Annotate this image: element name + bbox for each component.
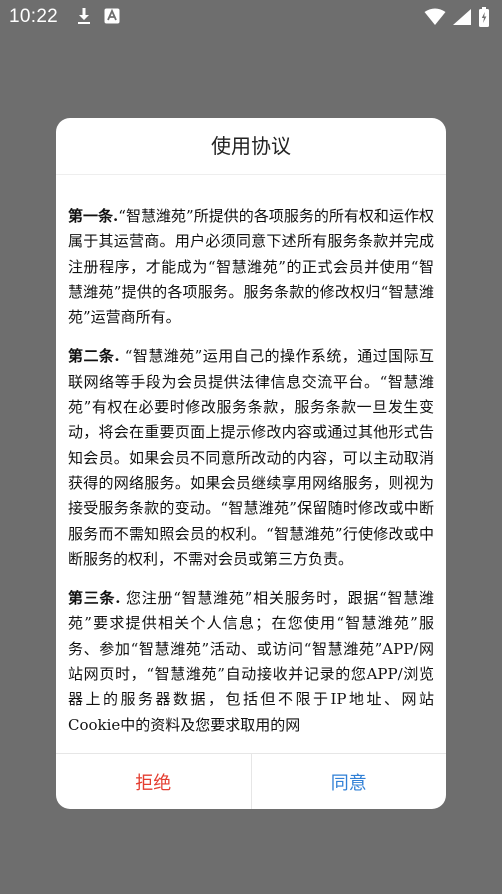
clause-3: 第三条. 您注册“智慧潍苑”相关服务时，跟据“智慧潍苑”要求提供相关个人信息；在… <box>68 586 434 738</box>
battery-icon <box>478 7 490 27</box>
download-icon <box>76 7 92 25</box>
dialog-title: 使用协议 <box>56 118 446 175</box>
screen: 10:22 使用协议 第一条.“智慧潍苑”所提供的各项服务的所有权和运作权属于其… <box>0 0 502 894</box>
status-time: 10:22 <box>9 6 59 27</box>
a-text-icon <box>104 8 120 24</box>
status-left-icons <box>76 7 120 25</box>
signal-icon <box>452 8 472 26</box>
status-bar: 10:22 <box>0 0 502 36</box>
agreement-text-scroll[interactable]: 第一条.“智慧潍苑”所提供的各项服务的所有权和运作权属于其运营商。用户必须同意下… <box>68 204 434 752</box>
status-right-icons <box>424 7 490 27</box>
clause-1-head: 第一条. <box>68 207 119 225</box>
clause-3-head: 第三条. <box>68 589 121 608</box>
wifi-icon <box>424 8 446 26</box>
agreement-dialog: 使用协议 第一条.“智慧潍苑”所提供的各项服务的所有权和运作权属于其运营商。用户… <box>56 118 446 809</box>
clause-1-text: “智慧潍苑”所提供的各项服务的所有权和运作权属于其运营商。用户必须同意下述所有服… <box>68 207 434 327</box>
reject-button[interactable]: 拒绝 <box>56 754 252 809</box>
clause-3-text: 您注册“智慧潍苑”相关服务时，跟据“智慧潍苑”要求提供相关个人信息；在您使用“智… <box>68 589 434 734</box>
clause-2-head: 第二条. <box>68 347 120 366</box>
clause-2: 第二条. “智慧潍苑”运用自己的操作系统，通过国际互联网络等手段为会员提供法律信… <box>68 344 434 572</box>
dialog-footer: 拒绝 同意 <box>56 753 446 809</box>
clause-2-text: “智慧潍苑”运用自己的操作系统，通过国际互联网络等手段为会员提供法律信息交流平台… <box>68 347 434 568</box>
clause-1: 第一条.“智慧潍苑”所提供的各项服务的所有权和运作权属于其运营商。用户必须同意下… <box>68 204 434 330</box>
agree-button[interactable]: 同意 <box>252 754 447 809</box>
